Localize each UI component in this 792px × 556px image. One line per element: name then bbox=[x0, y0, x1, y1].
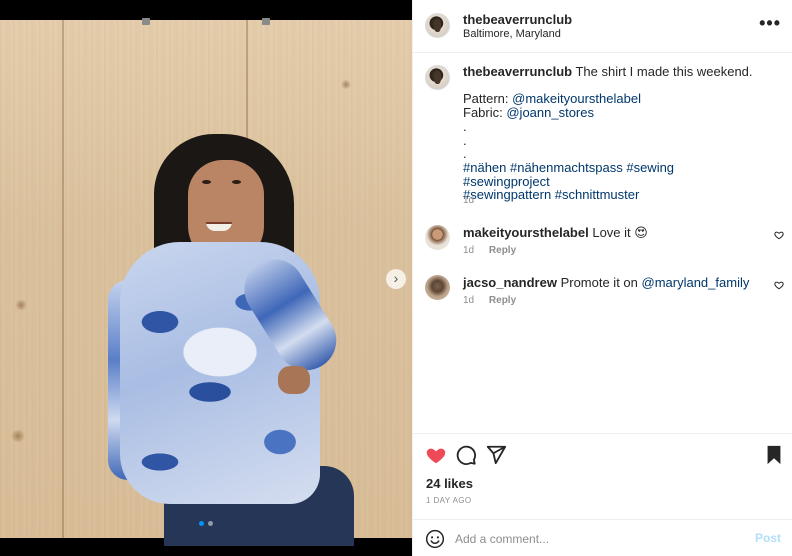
post-caption: thebeaverrunclub The shirt I made this w… bbox=[463, 65, 763, 202]
add-comment-bar: Post bbox=[413, 519, 792, 556]
wood-seam bbox=[62, 20, 64, 538]
caption-dot: . bbox=[463, 146, 467, 162]
post-photo[interactable]: › bbox=[0, 0, 412, 556]
commenter-avatar[interactable] bbox=[425, 275, 450, 300]
carousel-dot-active bbox=[199, 521, 204, 526]
fabric-mention-link[interactable]: @joann_stores bbox=[506, 105, 594, 120]
heart-outline-icon[interactable] bbox=[774, 280, 784, 290]
wood-knot bbox=[14, 300, 28, 310]
eye bbox=[202, 180, 211, 184]
smiley-icon[interactable] bbox=[425, 529, 445, 549]
comment-username[interactable]: jacso_nandrew bbox=[463, 275, 557, 290]
post-location[interactable]: Baltimore, Maryland bbox=[463, 28, 561, 40]
owner-avatar[interactable] bbox=[425, 13, 450, 38]
wall-hook bbox=[142, 18, 150, 25]
comment-meta: 1d Reply bbox=[463, 295, 516, 306]
caption-username[interactable]: thebeaverrunclub bbox=[463, 64, 572, 79]
eye bbox=[232, 180, 241, 184]
caption-text: The shirt I made this weekend. bbox=[575, 64, 753, 79]
heart-outline-icon[interactable] bbox=[774, 230, 784, 240]
carousel-next-button[interactable]: › bbox=[386, 269, 406, 289]
caption-avatar[interactable] bbox=[425, 65, 450, 90]
post-header: thebeaverrunclub Baltimore, Maryland ••• bbox=[413, 0, 792, 53]
post-side-panel: thebeaverrunclub Baltimore, Maryland •••… bbox=[412, 0, 792, 556]
share-icon[interactable] bbox=[485, 444, 507, 466]
fabric-label: Fabric: bbox=[463, 105, 503, 121]
wood-knot bbox=[10, 430, 26, 442]
carousel-dot bbox=[208, 521, 213, 526]
comment-age: 1d bbox=[463, 295, 475, 306]
owner-username[interactable]: thebeaverrunclub bbox=[463, 12, 572, 27]
hashtags-line[interactable]: #nähen #nähenmachtspass #sewing #sewingp… bbox=[463, 160, 763, 188]
carousel-dots bbox=[199, 521, 213, 526]
hand-on-hip bbox=[278, 366, 310, 394]
post-comment-button[interactable]: Post bbox=[755, 531, 781, 545]
comment-body: Love it 😍 bbox=[592, 225, 648, 240]
commenter-avatar[interactable] bbox=[425, 225, 450, 250]
comment-mention-link[interactable]: @maryland_family bbox=[642, 275, 750, 290]
person-figure bbox=[108, 130, 412, 546]
reply-button[interactable]: Reply bbox=[489, 245, 516, 256]
caption-age: 1d bbox=[463, 195, 475, 206]
chevron-right-icon: › bbox=[393, 270, 399, 286]
comment-username[interactable]: makeityoursthelabel bbox=[463, 225, 589, 240]
hashtags-line[interactable]: #sewingpattern #schnittmuster bbox=[463, 188, 763, 202]
bookmark-filled-icon[interactable] bbox=[763, 444, 785, 466]
comment-text: makeityoursthelabel Love it 😍 bbox=[463, 225, 753, 241]
likes-count[interactable]: 24 likes bbox=[426, 476, 473, 491]
post-actions: 24 likes 1 DAY AGO bbox=[413, 433, 792, 519]
caption-dot: . bbox=[463, 132, 467, 148]
more-horizontal-icon[interactable]: ••• bbox=[759, 13, 781, 33]
comment-input[interactable] bbox=[455, 528, 745, 550]
reply-button[interactable]: Reply bbox=[489, 295, 516, 306]
wood-knot bbox=[340, 80, 352, 89]
comment-meta: 1d Reply bbox=[463, 245, 516, 256]
comment-icon[interactable] bbox=[455, 444, 477, 466]
wall-hook bbox=[262, 18, 270, 25]
comments-section[interactable]: thebeaverrunclub The shirt I made this w… bbox=[413, 53, 792, 433]
comment-body: Promote it on bbox=[560, 275, 642, 290]
comment-text: jacso_nandrew Promote it on @maryland_fa… bbox=[463, 275, 753, 291]
post-time-ago: 1 DAY AGO bbox=[426, 496, 472, 505]
caption-dot: . bbox=[463, 118, 467, 134]
comment-age: 1d bbox=[463, 245, 475, 256]
heart-filled-icon[interactable] bbox=[425, 444, 447, 466]
